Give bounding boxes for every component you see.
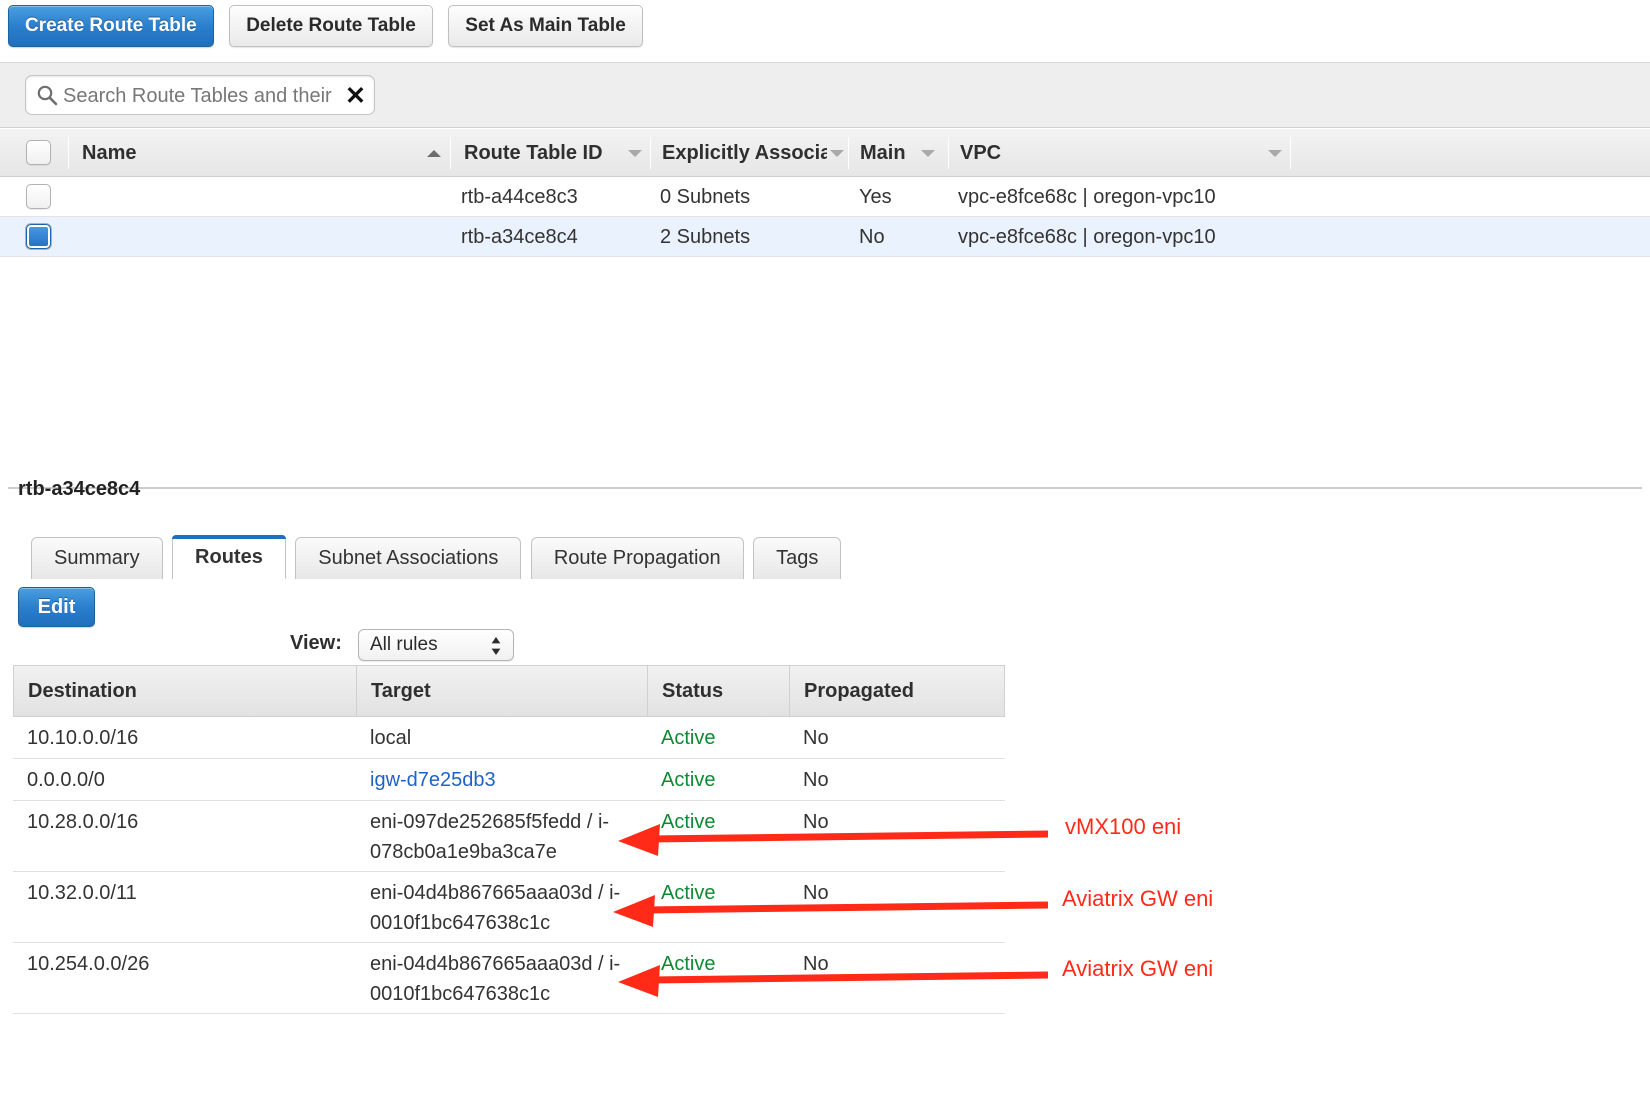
routes-cell-destination: 10.254.0.0/26 xyxy=(13,943,356,985)
routes-cell-destination: 10.10.0.0/16 xyxy=(13,717,356,759)
cell-route-table-id: rtb-a34ce8c4 xyxy=(461,217,651,257)
route-tables-header-row: Name Route Table ID Explicitly Associat … xyxy=(0,129,1650,177)
routes-table-row: 10.254.0.0/26 eni-04d4b867665aaa03d / i-… xyxy=(13,943,1005,1014)
search-input[interactable]: Search Route Tables and their ✕ xyxy=(25,75,375,115)
detail-panel-divider xyxy=(8,487,1642,489)
routes-cell-destination: 10.28.0.0/16 xyxy=(13,801,356,843)
routes-column-status: Status xyxy=(648,666,789,716)
search-icon xyxy=(36,84,58,106)
row-select-checkbox[interactable] xyxy=(26,224,51,249)
routes-table: Destination Target Status Propagated 10.… xyxy=(13,665,1005,1014)
routes-cell-status: Active xyxy=(647,801,788,843)
chevron-down-icon[interactable] xyxy=(628,150,642,157)
routes-cell-status: Active xyxy=(647,717,788,759)
action-toolbar: Create Route Table Delete Route Table Se… xyxy=(0,0,1650,56)
chevron-down-icon[interactable] xyxy=(830,150,844,157)
routes-cell-status: Active xyxy=(647,759,788,801)
set-as-main-table-button[interactable]: Set As Main Table xyxy=(448,5,642,47)
clear-search-icon[interactable]: ✕ xyxy=(345,81,366,111)
route-tables-list: Name Route Table ID Explicitly Associat … xyxy=(0,129,1650,257)
view-filter-value: All rules xyxy=(370,634,438,656)
routes-table-row: 0.0.0.0/0 igw-d7e25db3 Active No xyxy=(13,759,1005,801)
row-select-checkbox[interactable] xyxy=(26,184,51,209)
search-placeholder-text: Search Route Tables and their xyxy=(63,84,333,108)
routes-cell-target: local xyxy=(356,717,646,759)
delete-route-table-button[interactable]: Delete Route Table xyxy=(229,5,433,47)
column-divider xyxy=(68,137,69,169)
cell-route-table-id: rtb-a44ce8c3 xyxy=(461,177,651,217)
detail-panel-title: rtb-a34ce8c4 xyxy=(18,478,140,501)
column-header-main[interactable]: Main xyxy=(860,129,930,177)
routes-column-destination: Destination xyxy=(14,666,354,716)
table-row[interactable]: rtb-a44ce8c3 0 Subnets Yes vpc-e8fce68c … xyxy=(0,177,1650,217)
column-header-name[interactable]: Name xyxy=(82,129,432,177)
column-header-vpc[interactable]: VPC xyxy=(960,129,1260,177)
routes-table-row: 10.32.0.0/11 eni-04d4b867665aaa03d / i-0… xyxy=(13,872,1005,943)
routes-cell-propagated: No xyxy=(789,872,1004,914)
aws-vpc-route-tables-console: Create Route Table Delete Route Table Se… xyxy=(0,0,1650,1120)
cell-explicitly-associated: 2 Subnets xyxy=(660,217,840,257)
routes-cell-target: eni-04d4b867665aaa03d / i-0010f1bc647638… xyxy=(356,872,626,938)
routes-cell-propagated: No xyxy=(789,943,1004,985)
cell-explicitly-associated: 0 Subnets xyxy=(660,177,840,217)
stepper-icon xyxy=(491,636,501,656)
cell-name xyxy=(82,217,442,257)
annotation-label-vmx100: vMX100 eni xyxy=(1065,814,1181,840)
sort-asc-icon[interactable] xyxy=(427,150,441,157)
tab-tags[interactable]: Tags xyxy=(753,537,841,579)
column-header-route-table-id[interactable]: Route Table ID xyxy=(464,129,624,177)
cell-vpc: vpc-e8fce68c | oregon-vpc10 xyxy=(958,177,1358,217)
routes-cell-propagated: No xyxy=(789,717,1004,759)
column-header-explicitly-associated[interactable]: Explicitly Associat xyxy=(662,129,827,177)
tab-subnet-associations[interactable]: Subnet Associations xyxy=(295,537,521,579)
column-divider xyxy=(848,137,849,169)
chevron-down-icon[interactable] xyxy=(1268,150,1282,157)
routes-cell-propagated: No xyxy=(789,801,1004,843)
routes-header-row: Destination Target Status Propagated xyxy=(13,665,1005,717)
tab-route-propagation[interactable]: Route Propagation xyxy=(531,537,744,579)
column-divider xyxy=(450,137,451,169)
tab-summary[interactable]: Summary xyxy=(31,537,163,579)
annotation-label-aviatrix-2: Aviatrix GW eni xyxy=(1062,956,1213,982)
view-filter-select[interactable]: All rules xyxy=(358,629,514,661)
column-divider xyxy=(1290,137,1291,169)
table-row[interactable]: rtb-a34ce8c4 2 Subnets No vpc-e8fce68c |… xyxy=(0,217,1650,257)
routes-cell-status: Active xyxy=(647,943,788,985)
detail-tabs: Summary Routes Subnet Associations Route… xyxy=(31,535,846,577)
routes-cell-target: eni-04d4b867665aaa03d / i-0010f1bc647638… xyxy=(356,943,626,1009)
routes-column-target: Target xyxy=(357,666,647,716)
routes-column-propagated: Propagated xyxy=(790,666,1005,716)
annotation-label-aviatrix-1: Aviatrix GW eni xyxy=(1062,886,1213,912)
view-filter-label: View: xyxy=(290,632,342,655)
create-route-table-button[interactable]: Create Route Table xyxy=(8,5,214,47)
cell-vpc: vpc-e8fce68c | oregon-vpc10 xyxy=(958,217,1358,257)
search-filter-bar: Search Route Tables and their ✕ xyxy=(0,62,1650,128)
routes-cell-target-link[interactable]: igw-d7e25db3 xyxy=(356,759,646,801)
column-divider xyxy=(948,137,949,169)
routes-cell-destination: 0.0.0.0/0 xyxy=(13,759,356,801)
cell-name xyxy=(82,177,442,217)
cell-main: Yes xyxy=(859,177,939,217)
cell-main: No xyxy=(859,217,939,257)
edit-button[interactable]: Edit xyxy=(18,587,95,627)
routes-cell-status: Active xyxy=(647,872,788,914)
routes-cell-destination: 10.32.0.0/11 xyxy=(13,872,356,914)
chevron-down-icon[interactable] xyxy=(921,150,935,157)
select-all-checkbox[interactable] xyxy=(26,140,51,165)
tab-routes[interactable]: Routes xyxy=(172,535,286,579)
column-divider xyxy=(650,137,651,169)
routes-cell-target: eni-097de252685f5fedd / i-078cb0a1e9ba3c… xyxy=(356,801,626,867)
routes-table-row: 10.10.0.0/16 local Active No xyxy=(13,717,1005,759)
routes-table-row: 10.28.0.0/16 eni-097de252685f5fedd / i-0… xyxy=(13,801,1005,872)
routes-cell-propagated: No xyxy=(789,759,1004,801)
